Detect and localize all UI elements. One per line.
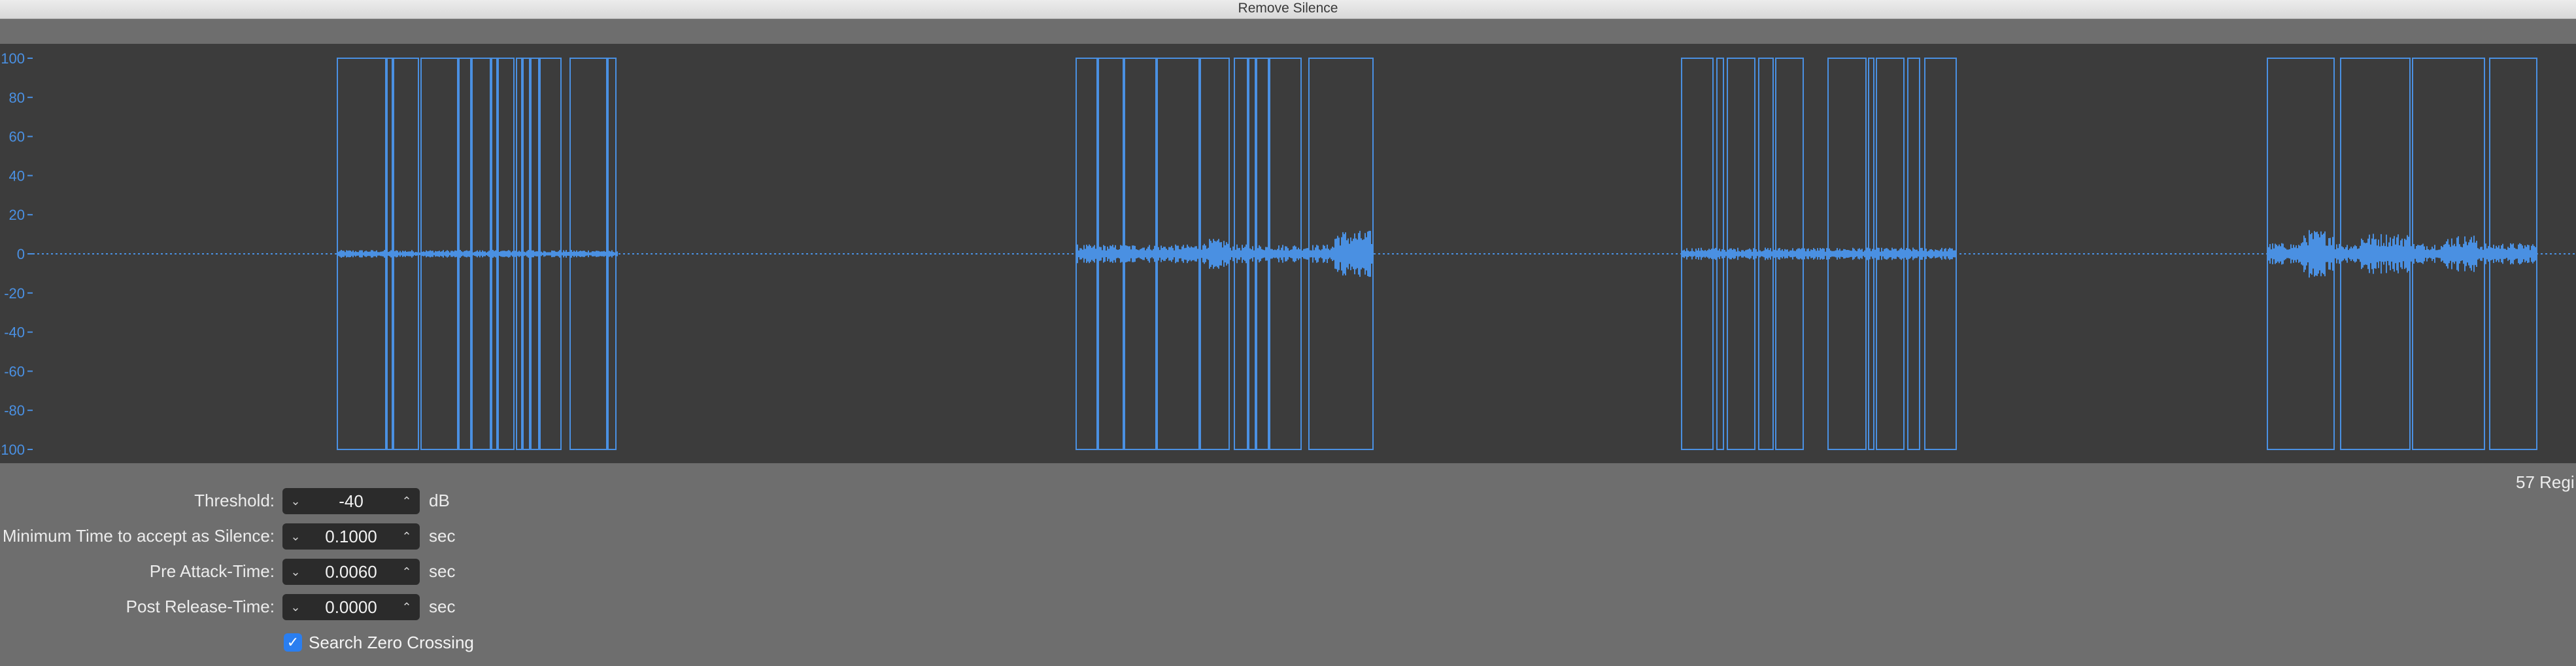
window-title: Remove Silence: [1238, 1, 1338, 16]
chevron-down-icon[interactable]: ⌄: [282, 594, 309, 620]
threshold-stepper[interactable]: ⌄ -40 ⌃: [282, 488, 420, 514]
chevron-down-icon[interactable]: ⌄: [282, 523, 309, 550]
chevron-down-icon[interactable]: ⌄: [282, 559, 309, 585]
post-release-unit: sec: [429, 597, 456, 616]
pre-attack-value[interactable]: 0.0060: [309, 559, 394, 585]
zero-crossing-checkbox[interactable]: ✓: [284, 633, 302, 652]
window-titlebar: Remove Silence: [0, 0, 2576, 19]
threshold-unit: dB: [429, 491, 450, 510]
regions-count: 57 Regi: [2516, 472, 2575, 492]
min-time-stepper[interactable]: ⌄ 0.1000 ⌃: [282, 523, 420, 550]
y-tick-label: 60: [9, 129, 25, 145]
y-tick-label: -20: [4, 285, 25, 302]
chevron-up-icon[interactable]: ⌃: [394, 523, 420, 550]
pre-attack-unit: sec: [429, 561, 456, 581]
y-tick-label: -80: [4, 402, 25, 419]
settings-panel: 57 Regi Threshold: ⌄ -40 ⌃ dB Minimum Ti…: [0, 463, 2576, 666]
checkmark-icon: ✓: [286, 634, 299, 650]
waveform-view[interactable]: 100 80 60 40 20 0 -20 -40 -60 -80 -100: [0, 44, 2576, 463]
y-tick-label: 20: [9, 207, 25, 223]
pre-attack-stepper[interactable]: ⌄ 0.0060 ⌃: [282, 559, 420, 585]
y-tick-label: 80: [9, 90, 25, 106]
zero-crossing-label[interactable]: Search Zero Crossing: [309, 633, 474, 652]
min-time-value[interactable]: 0.1000: [309, 523, 394, 550]
chevron-up-icon[interactable]: ⌃: [394, 559, 420, 585]
y-axis: 100 80 60 40 20 0 -20 -40 -60 -80 -100: [0, 50, 33, 458]
post-release-label: Post Release-Time:: [126, 597, 275, 616]
y-tick-label: 0: [17, 246, 25, 262]
y-tick-label: 40: [9, 167, 25, 184]
chevron-down-icon[interactable]: ⌄: [282, 488, 309, 514]
y-tick-label: -60: [4, 363, 25, 379]
threshold-value[interactable]: -40: [309, 488, 394, 514]
waveform-panel[interactable]: 100 80 60 40 20 0 -20 -40 -60 -80 -100: [0, 44, 2576, 463]
pre-attack-label: Pre Attack-Time:: [149, 561, 275, 581]
threshold-label: Threshold:: [194, 491, 275, 510]
waveform-segment: [337, 250, 618, 258]
waveform-segment: [1076, 230, 1374, 277]
min-time-label: Minimum Time to accept as Silence:: [2, 526, 275, 546]
post-release-value[interactable]: 0.0000: [309, 594, 394, 620]
chevron-up-icon[interactable]: ⌃: [394, 594, 420, 620]
y-tick-label: 100: [1, 50, 25, 67]
waveform-segment: [2267, 230, 2537, 278]
chevron-up-icon[interactable]: ⌃: [394, 488, 420, 514]
y-tick-label: -100: [0, 442, 25, 458]
post-release-stepper[interactable]: ⌄ 0.0000 ⌃: [282, 594, 420, 620]
min-time-unit: sec: [429, 526, 456, 546]
toolbar-strip: [0, 19, 2576, 44]
y-tick-label: -40: [4, 324, 25, 341]
